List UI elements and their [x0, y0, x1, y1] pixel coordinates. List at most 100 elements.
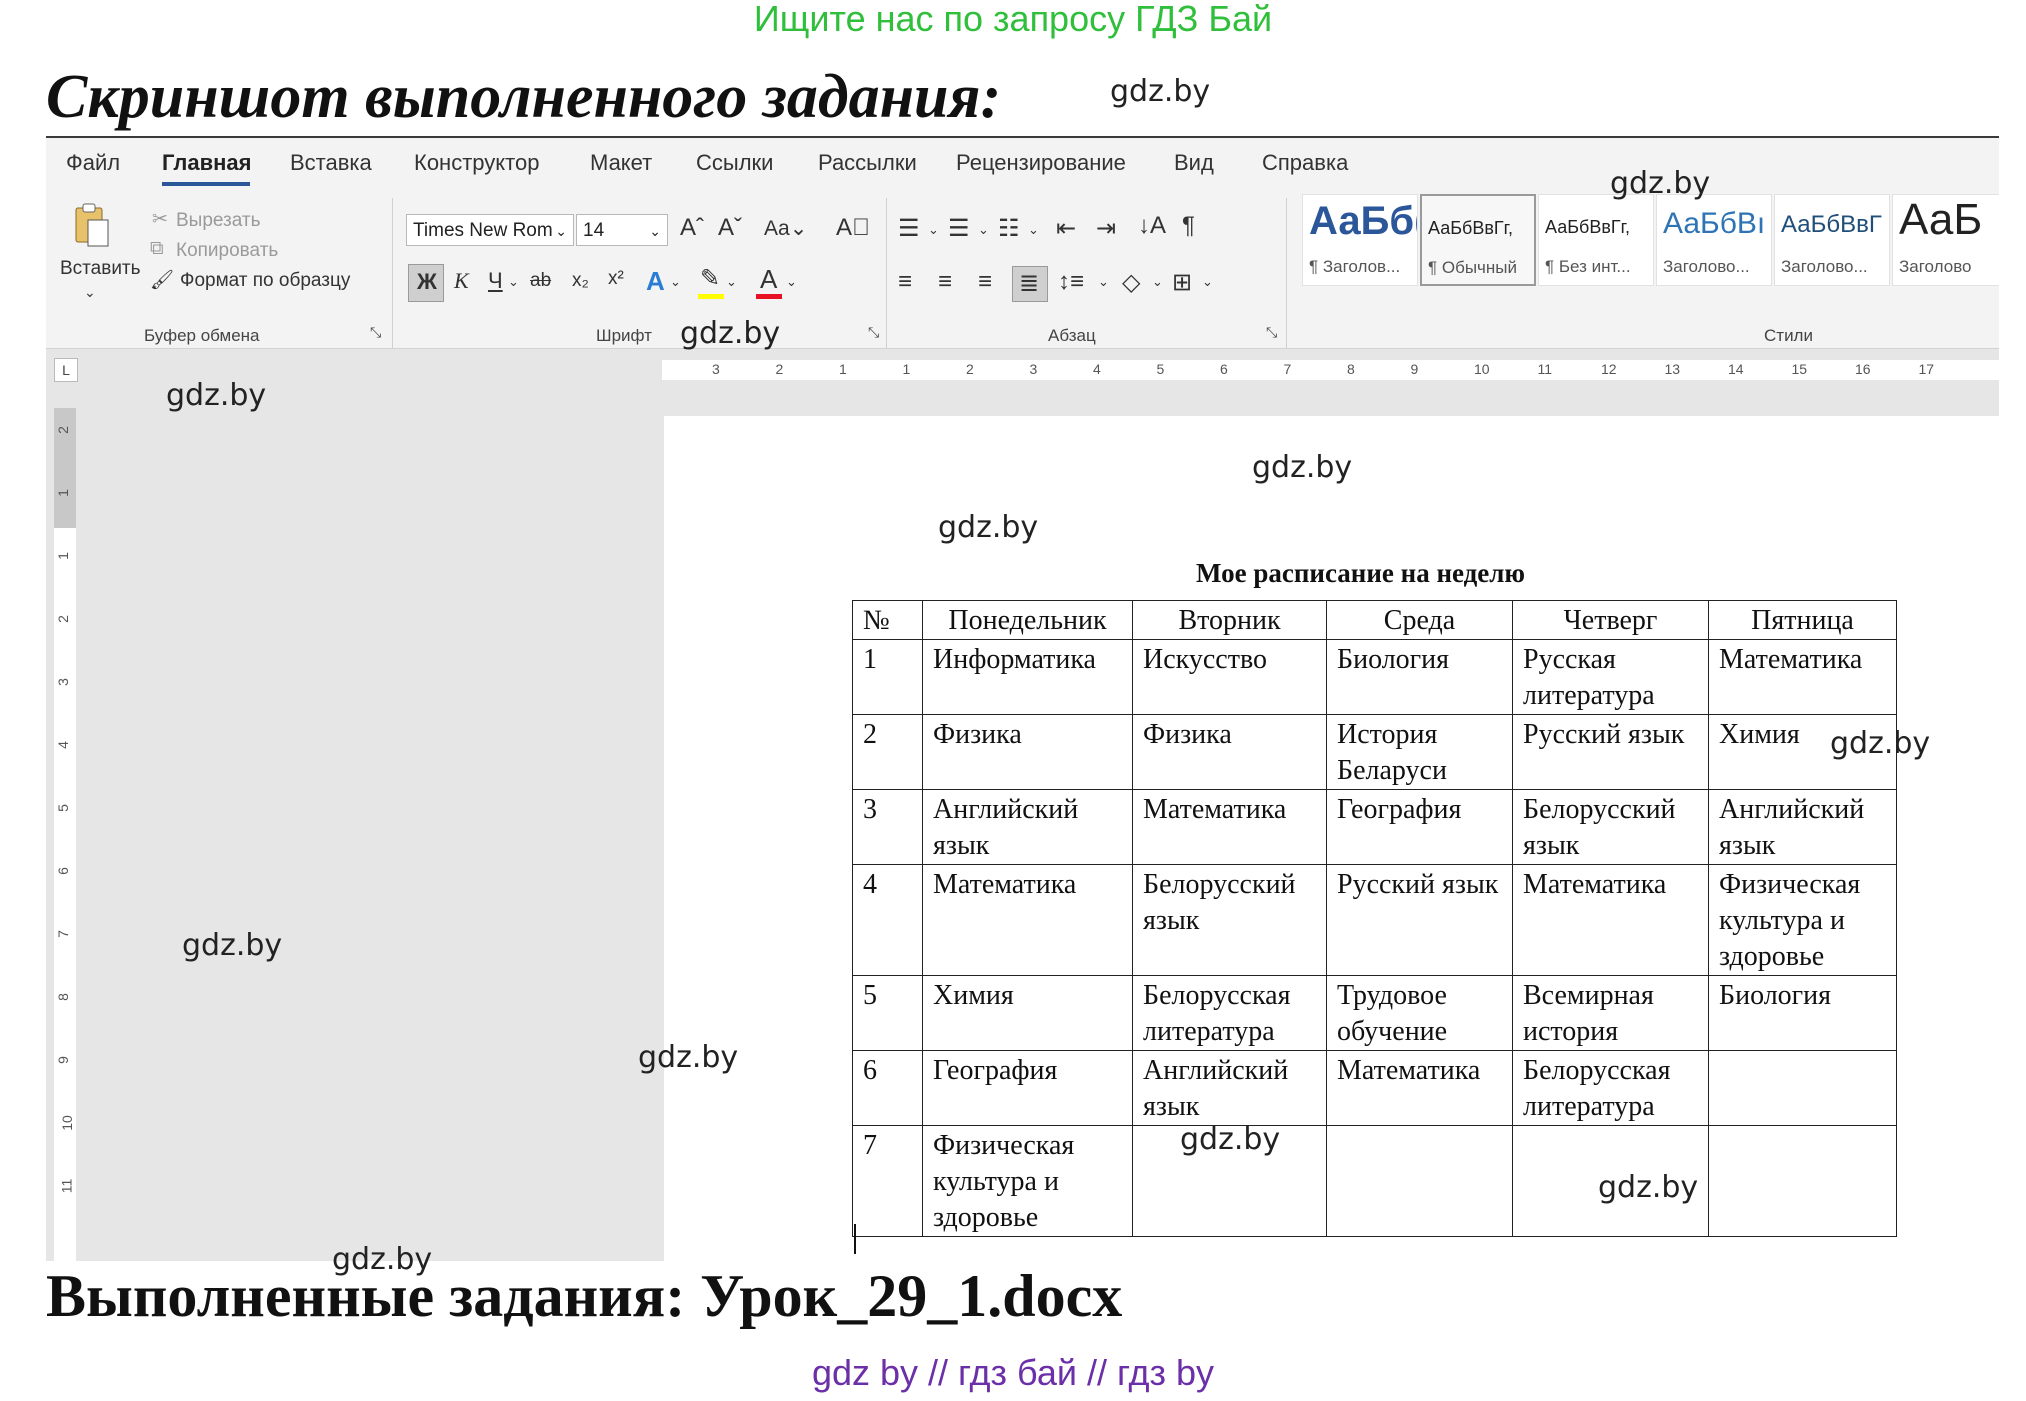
table-cell: Белорусская литература [1512, 1050, 1709, 1126]
font-color-dropdown-icon[interactable]: ⌄ [786, 274, 797, 290]
table-cell: Информатика [922, 639, 1133, 715]
borders-dropdown-icon[interactable]: ⌄ [1202, 274, 1213, 290]
shading-icon[interactable]: ◇ [1122, 268, 1140, 297]
line-spacing-dropdown-icon[interactable]: ⌄ [1098, 274, 1109, 290]
cut-button[interactable]: Вырезать [176, 210, 261, 232]
pilcrow-icon[interactable]: ¶ [1182, 212, 1195, 240]
bullets-icon[interactable]: ☰ [898, 214, 920, 243]
align-right-icon[interactable]: ≡ [978, 268, 992, 296]
justify-button[interactable]: ≣ [1012, 266, 1048, 302]
bold-label: Ж [417, 269, 437, 294]
tab-selector-icon[interactable]: L [54, 358, 78, 382]
italic-button[interactable]: К [454, 268, 469, 294]
paste-button[interactable]: Вставить [60, 258, 141, 280]
numbering-icon[interactable]: ☰ [948, 214, 970, 243]
clipboard-launcher-icon[interactable]: ⤡ [370, 324, 381, 341]
font-color-icon[interactable]: A [760, 264, 777, 295]
font-name-combo[interactable]: Times New Rom ⌄ [406, 214, 574, 246]
bold-button[interactable]: Ж [408, 264, 444, 302]
shading-dropdown-icon[interactable]: ⌄ [1152, 274, 1163, 290]
style-heading3[interactable]: АаБбВвГ Заголово... [1774, 194, 1890, 286]
clear-formatting-icon[interactable]: A⃥ [836, 214, 870, 242]
copy-button[interactable]: Копировать [176, 240, 278, 262]
style-normal[interactable]: АаБбВвГг, ¶ Обычный [1420, 194, 1536, 286]
superscript-icon[interactable]: x² [608, 268, 624, 290]
text-effects-dropdown-icon[interactable]: ⌄ [670, 274, 681, 290]
table-row: 6 География Английский язык Математика Б… [852, 1050, 1897, 1126]
tab-layout[interactable]: Макет [590, 150, 652, 176]
ruler-number: 1 [54, 489, 71, 497]
styles-group-label: Стили [1764, 326, 1813, 345]
paste-icon[interactable] [72, 202, 112, 250]
underline-button[interactable]: Ч [488, 268, 503, 294]
ruler-number: 5 [54, 804, 71, 812]
group-separator [1286, 198, 1287, 348]
tab-insert[interactable]: Вставка [290, 150, 372, 176]
justify-icon: ≣ [1019, 270, 1040, 297]
document-title: Мое расписание на неделю [1196, 558, 1526, 588]
table-cell: Искусство [1132, 639, 1327, 715]
style-name: Заголово [1899, 257, 1972, 276]
paragraph-launcher-icon[interactable]: ⤡ [1266, 324, 1277, 341]
ruler-number: 3 [54, 678, 71, 686]
table-header-row: № Понедельник Вторник Среда Четверг Пятн… [852, 600, 1897, 640]
tab-mailings[interactable]: Рассылки [818, 150, 917, 176]
decrease-indent-icon[interactable]: ⇤ [1056, 214, 1076, 243]
change-case-button[interactable]: Aa⌄ [764, 216, 807, 241]
change-case-label: Aa [764, 217, 790, 240]
tab-references[interactable]: Ссылки [696, 150, 773, 176]
tab-view[interactable]: Вид [1174, 150, 1214, 176]
font-size-combo[interactable]: 14 ⌄ [576, 214, 668, 246]
group-separator [886, 198, 887, 348]
font-launcher-icon[interactable]: ⤡ [868, 324, 879, 341]
document-page[interactable]: Мое расписание на неделю № Понедельник В… [664, 416, 1999, 1261]
bullets-dropdown-icon[interactable]: ⌄ [928, 222, 939, 238]
table-cell: Физика [1132, 714, 1327, 790]
line-spacing-icon[interactable]: ↕≡ [1058, 268, 1084, 296]
vertical-ruler: 2 1 1 2 3 4 5 6 7 8 9 10 11 [54, 408, 76, 1261]
sort-icon[interactable]: ↓A [1138, 212, 1166, 240]
table-cell: Белорусская литература [1132, 975, 1327, 1051]
multilevel-dropdown-icon[interactable]: ⌄ [1028, 222, 1039, 238]
tab-file[interactable]: Файл [66, 150, 120, 176]
grow-font-icon[interactable]: Aˆ [680, 214, 704, 242]
copy-icon[interactable]: ⧉ [150, 238, 164, 260]
style-no-spacing[interactable]: АаБбВвГг, ¶ Без инт... [1538, 194, 1654, 286]
style-heading2[interactable]: АаБбВı Заголово... [1656, 194, 1772, 286]
highlight-icon[interactable]: ✎ [700, 264, 720, 293]
table-cell: Белорусский язык [1512, 789, 1709, 865]
shrink-font-icon[interactable]: Aˇ [718, 214, 742, 242]
ruler-number: 2 [54, 615, 71, 623]
ruler-number: 7 [54, 930, 71, 938]
schedule-table[interactable]: № Понедельник Вторник Среда Четверг Пятн… [852, 600, 1897, 1237]
numbering-dropdown-icon[interactable]: ⌄ [978, 222, 989, 238]
table-cell [1326, 1125, 1513, 1237]
align-center-icon[interactable]: ≡ [938, 268, 952, 296]
highlight-dropdown-icon[interactable]: ⌄ [726, 274, 737, 290]
style-heading1[interactable]: АаБб( ¶ Заголов... [1302, 194, 1418, 286]
table-cell: Русская литература [1512, 639, 1709, 715]
style-title[interactable]: АаБ Заголово [1892, 194, 1999, 286]
multilevel-list-icon[interactable]: ☷ [998, 214, 1020, 243]
increase-indent-icon[interactable]: ⇥ [1096, 214, 1116, 243]
table-cell: Химия [922, 975, 1133, 1051]
tab-design[interactable]: Конструктор [414, 150, 539, 176]
text-effects-icon[interactable]: A [646, 266, 665, 297]
style-name: ¶ Без инт... [1545, 257, 1631, 276]
table-cell: Физика [922, 714, 1133, 790]
paste-dropdown-icon[interactable]: ⌄ [84, 284, 96, 301]
underline-dropdown-icon[interactable]: ⌄ [508, 274, 519, 290]
align-left-icon[interactable]: ≡ [898, 268, 912, 296]
subscript-icon[interactable]: x₂ [572, 270, 589, 292]
watermark: gdz.by [1180, 1122, 1281, 1157]
cut-icon[interactable]: ✂ [152, 208, 168, 231]
tab-help[interactable]: Справка [1262, 150, 1348, 176]
tab-home[interactable]: Главная [162, 150, 251, 176]
format-painter-icon[interactable]: 🖌 [150, 268, 174, 292]
table-cell: Математика [1708, 639, 1897, 715]
format-painter-button[interactable]: Формат по образцу [180, 270, 350, 292]
ruler-number: 1 [839, 361, 847, 377]
borders-icon[interactable]: ⊞ [1172, 268, 1192, 297]
tab-review[interactable]: Рецензирование [956, 150, 1126, 176]
strikethrough-button[interactable]: ab [530, 270, 551, 292]
